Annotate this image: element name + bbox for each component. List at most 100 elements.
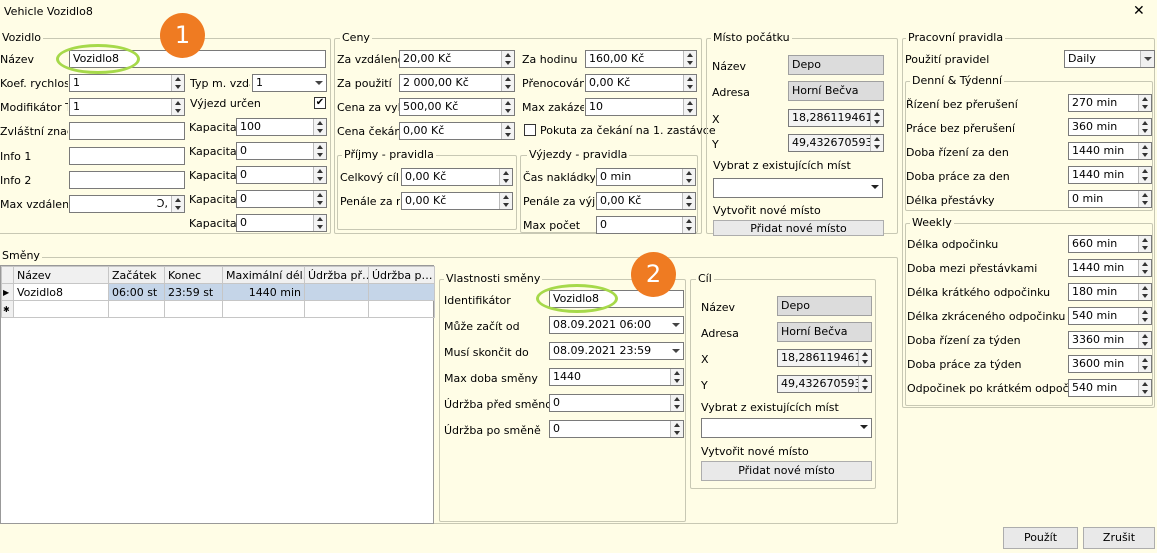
cena-za-vyk-spin[interactable] xyxy=(501,99,514,115)
max-pocet-spin[interactable] xyxy=(682,217,695,233)
cell-zacatek[interactable]: 06:00 st xyxy=(108,283,165,301)
za-hodinu-spin[interactable] xyxy=(683,51,696,67)
weekly-spin-3[interactable] xyxy=(1138,284,1151,300)
cell-max[interactable]: 1440 min xyxy=(222,283,305,301)
row-selector[interactable]: ▶ xyxy=(1,283,14,301)
denni-input-2[interactable]: 360 min xyxy=(1068,118,1152,136)
zrusit-button[interactable]: Zrušit xyxy=(1083,527,1155,549)
kapacita-input-3[interactable]: 0 xyxy=(236,166,327,184)
cil-x-input[interactable]: 18,2861194610 xyxy=(777,349,872,367)
chevron-down-icon[interactable] xyxy=(669,343,683,359)
muze-picker[interactable]: 08.09.2021 06:00 xyxy=(549,316,684,334)
kapacita-spin-5[interactable] xyxy=(313,215,326,231)
cell-udrzba-pred[interactable] xyxy=(304,283,369,301)
cas-input[interactable]: 0 min xyxy=(596,168,696,186)
info1-input[interactable] xyxy=(69,147,185,165)
denni-input-1[interactable]: 270 min xyxy=(1068,94,1152,112)
cell-konec[interactable]: 23:59 st xyxy=(164,283,223,301)
weekly-spin-1[interactable] xyxy=(1138,236,1151,252)
max-pocet-input[interactable]: 0 xyxy=(596,216,696,234)
koef-input[interactable]: 1 xyxy=(69,74,185,92)
prenocovani-input[interactable]: 0,00 Kč xyxy=(585,74,697,92)
chevron-down-icon[interactable] xyxy=(312,75,326,91)
za-hodinu-input[interactable]: 160,00 Kč xyxy=(585,50,697,68)
mp-x-spin[interactable] xyxy=(870,110,883,126)
cas-spin[interactable] xyxy=(682,169,695,185)
pokuta-checkbox[interactable] xyxy=(524,124,536,136)
new-cell[interactable] xyxy=(222,300,305,318)
cil-y-input[interactable]: 49,4326705932 xyxy=(777,375,872,393)
new-cell[interactable] xyxy=(13,300,109,318)
cil-x-spin[interactable] xyxy=(858,350,871,366)
mp-x-input[interactable]: 18,2861194610 xyxy=(788,109,884,127)
modifikator-input[interactable]: 1 xyxy=(69,98,185,116)
maxvzd-input[interactable]: Ͻ, xyxy=(69,195,185,213)
vyjezd-checkbox[interactable]: ✔ xyxy=(314,97,326,109)
new-cell[interactable] xyxy=(164,300,223,318)
col-header-konec[interactable]: Konec xyxy=(164,266,223,284)
za-pouziti-input[interactable]: 2 000,00 Kč xyxy=(399,74,515,92)
za-vzdaleno-spin[interactable] xyxy=(501,51,514,67)
weekly-input-6[interactable]: 3600 min xyxy=(1068,355,1152,373)
cena-za-vyk-input[interactable]: 500,00 Kč xyxy=(399,98,515,116)
denni-input-3[interactable]: 1440 min xyxy=(1068,142,1152,160)
new-row[interactable]: ✱ xyxy=(1,300,435,318)
mp-y-spin[interactable] xyxy=(870,135,883,151)
prenocovani-spin[interactable] xyxy=(683,75,696,91)
udrzba-po-spin[interactable] xyxy=(670,421,683,437)
max-zakazel-input[interactable]: 10 xyxy=(585,98,697,116)
kapacita-spin-2[interactable] xyxy=(313,143,326,159)
new-cell[interactable] xyxy=(368,300,435,318)
denni-spin-3[interactable] xyxy=(1138,143,1151,159)
new-cell[interactable] xyxy=(304,300,369,318)
denni-spin-5[interactable] xyxy=(1138,191,1151,207)
udrzba-pred-spin[interactable] xyxy=(670,395,683,411)
cena-cekani-spin[interactable] xyxy=(501,123,514,139)
mp-vybrat-select[interactable] xyxy=(713,178,883,198)
weekly-input-4[interactable]: 540 min xyxy=(1068,307,1152,325)
musi-picker[interactable]: 08.09.2021 23:59 xyxy=(549,342,684,360)
cell-nazev[interactable]: Vozidlo8 xyxy=(13,283,109,301)
info2-input[interactable] xyxy=(69,171,185,189)
pouziti-select[interactable]: Daily xyxy=(1064,50,1155,68)
weekly-input-1[interactable]: 660 min xyxy=(1068,235,1152,253)
kapacita-spin-1[interactable] xyxy=(313,119,326,135)
udrzba-po-input[interactable]: 0 xyxy=(549,420,684,438)
kapacita-input-5[interactable]: 0 xyxy=(236,214,327,232)
chevron-down-icon[interactable] xyxy=(669,317,683,333)
weekly-spin-4[interactable] xyxy=(1138,308,1151,324)
new-cell[interactable] xyxy=(108,300,165,318)
penale-ne-spin[interactable] xyxy=(499,193,512,209)
table-row[interactable]: ▶ Vozidlo8 06:00 st 23:59 st 1440 min xyxy=(1,283,435,301)
weekly-input-7[interactable]: 540 min xyxy=(1068,379,1152,397)
kapacita-spin-4[interactable] xyxy=(313,191,326,207)
col-header-udrzba-pred[interactable]: Údržba př… xyxy=(304,266,369,284)
denni-spin-1[interactable] xyxy=(1138,95,1151,111)
weekly-spin-6[interactable] xyxy=(1138,356,1151,372)
koef-spin[interactable] xyxy=(171,75,184,91)
modifikator-spin[interactable] xyxy=(171,99,184,115)
kapacita-input-2[interactable]: 0 xyxy=(236,142,327,160)
weekly-input-5[interactable]: 3360 min xyxy=(1068,331,1152,349)
denni-input-5[interactable]: 0 min xyxy=(1068,190,1152,208)
cena-cekani-input[interactable]: 0,00 Kč xyxy=(399,122,515,140)
udrzba-pred-input[interactable]: 0 xyxy=(549,394,684,412)
celkovy-spin[interactable] xyxy=(499,169,512,185)
penale-ne-input[interactable]: 0,00 Kč xyxy=(401,192,513,210)
penale-vyje-spin[interactable] xyxy=(682,193,695,209)
denni-spin-2[interactable] xyxy=(1138,119,1151,135)
chevron-down-icon[interactable] xyxy=(868,179,882,195)
kapacita-spin-3[interactable] xyxy=(313,167,326,183)
col-header-max[interactable]: Maximální dél… xyxy=(222,266,305,284)
weekly-spin-5[interactable] xyxy=(1138,332,1151,348)
weekly-spin-7[interactable] xyxy=(1138,380,1151,396)
max-zakazel-spin[interactable] xyxy=(683,99,696,115)
maxvzd-spin[interactable] xyxy=(171,196,184,212)
cil-vybrat-select[interactable] xyxy=(701,418,872,438)
kapacita-input-1[interactable]: 100 xyxy=(236,118,327,136)
col-header-udrzba-po[interactable]: Údržba p… xyxy=(368,266,435,284)
penale-vyje-input[interactable]: 0,00 Kč xyxy=(596,192,696,210)
cil-y-spin[interactable] xyxy=(858,376,871,392)
max-doba-input[interactable]: 1440 xyxy=(549,368,684,386)
chevron-down-icon[interactable] xyxy=(1140,51,1154,67)
